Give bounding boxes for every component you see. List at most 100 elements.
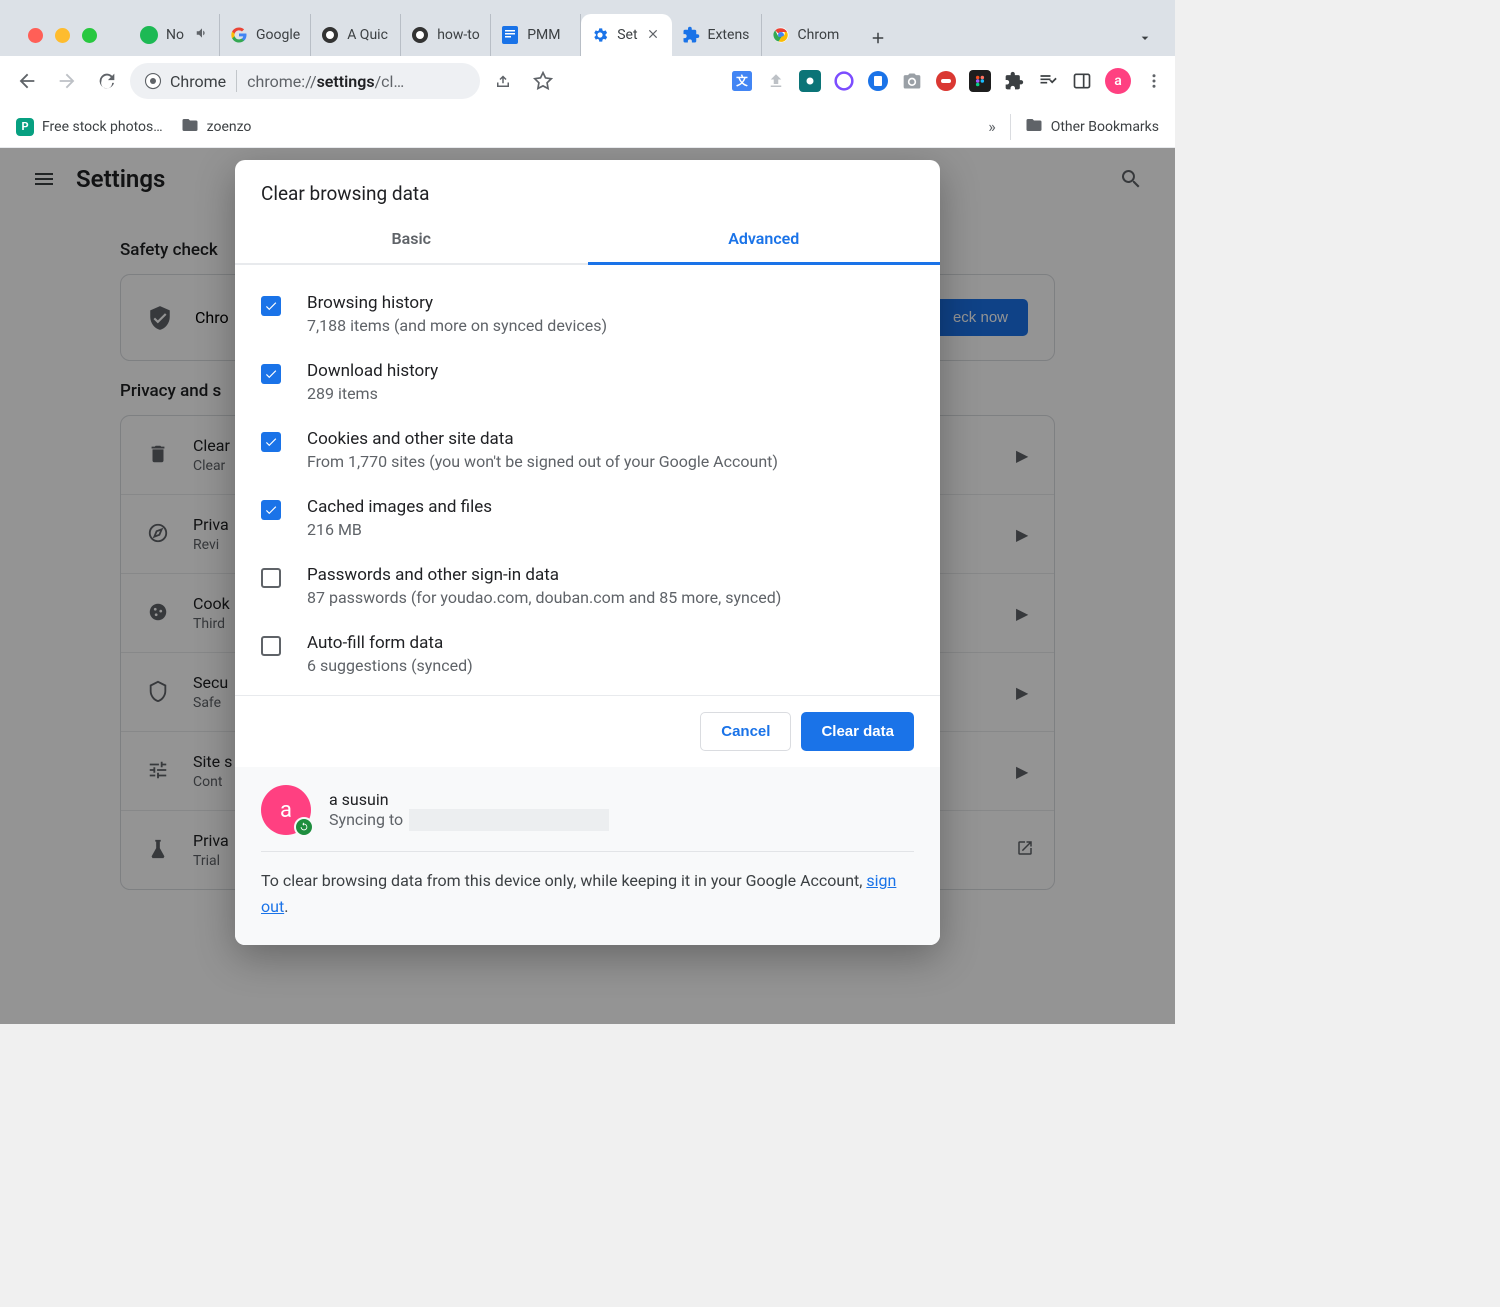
footer-note: To clear browsing data from this device … [261, 868, 914, 919]
forward-button[interactable] [50, 64, 84, 98]
dialog-footer: a a susuin Syncing to To clear browsing … [235, 767, 940, 945]
url-text: chrome://settings/cl… [247, 72, 404, 91]
bookmark-bar: P Free stock photos… zoenzo » Other Book… [0, 106, 1175, 148]
extension-icon[interactable] [935, 70, 957, 92]
checkbox-checked[interactable] [261, 432, 281, 452]
tab-title: Google [256, 27, 300, 43]
chip-label: Chrome [170, 72, 226, 91]
dialog-title: Clear browsing data [235, 160, 940, 215]
bookmark-label: zoenzo [207, 119, 252, 135]
window-maximize-dot[interactable] [82, 28, 97, 43]
bookmark-label: Free stock photos… [42, 119, 163, 135]
docs-icon [501, 26, 519, 44]
dialog-body: Browsing history7,188 items (and more on… [235, 265, 940, 695]
tab-title: PMM [527, 27, 570, 43]
tab-extensions[interactable]: Extens [672, 14, 762, 56]
other-bookmarks-button[interactable]: Other Bookmarks [1025, 116, 1159, 138]
profile-avatar[interactable]: a [1105, 68, 1131, 94]
site-identity-chip: Chrome [144, 72, 226, 91]
tab-title: A Quic [347, 27, 390, 43]
spotify-icon [140, 26, 158, 44]
dialog-actions: Cancel Clear data [235, 695, 940, 767]
tab-strip: No Google A Quic how-to PMM Set Extens C… [0, 0, 1175, 56]
google-icon [230, 26, 248, 44]
clear-data-button[interactable]: Clear data [801, 712, 914, 751]
reload-button[interactable] [90, 64, 124, 98]
tab-spotify[interactable]: No [130, 14, 220, 56]
folder-icon [181, 116, 199, 138]
mac-window-controls [28, 28, 97, 43]
close-icon[interactable] [646, 27, 662, 43]
divider [1010, 114, 1011, 140]
tab-google[interactable]: Google [220, 14, 311, 56]
window-close-dot[interactable] [28, 28, 43, 43]
tab-basic[interactable]: Basic [235, 215, 588, 265]
dialog-tabs: Basic Advanced [235, 215, 940, 265]
svg-text:文: 文 [735, 74, 748, 88]
checkbox-unchecked[interactable] [261, 568, 281, 588]
extension-icon[interactable] [833, 70, 855, 92]
side-panel-icon[interactable] [1071, 70, 1093, 92]
cancel-button[interactable]: Cancel [700, 712, 791, 751]
camera-icon[interactable] [901, 70, 923, 92]
tab-advanced[interactable]: Advanced [588, 215, 941, 265]
extension-icon[interactable] [799, 70, 821, 92]
bookmark-overflow-button[interactable]: » [988, 117, 996, 136]
translate-icon[interactable]: 文 [731, 70, 753, 92]
clear-item-browsing-history[interactable]: Browsing history7,188 items (and more on… [261, 283, 914, 351]
tab-title: Chrom [798, 27, 842, 43]
bookmark-item[interactable]: P Free stock photos… [16, 118, 163, 136]
tab-pmm[interactable]: PMM [491, 14, 581, 56]
extension-icon[interactable] [867, 70, 889, 92]
tab-quic[interactable]: A Quic [311, 14, 401, 56]
sync-account-row: a a susuin Syncing to [261, 785, 914, 852]
pexels-icon: P [16, 118, 34, 136]
upload-icon[interactable] [765, 70, 787, 92]
bookmark-star-button[interactable] [526, 64, 560, 98]
clear-item-cookies[interactable]: Cookies and other site dataFrom 1,770 si… [261, 419, 914, 487]
omnibox-divider [236, 70, 237, 92]
browser-toolbar: Chrome chrome://settings/cl… 文 a [0, 56, 1175, 106]
tab-title: No [166, 27, 187, 43]
share-button[interactable] [486, 64, 520, 98]
checkbox-checked[interactable] [261, 296, 281, 316]
clear-item-download-history[interactable]: Download history289 items [261, 351, 914, 419]
clear-data-dialog: Clear browsing data Basic Advanced Brows… [235, 160, 940, 945]
chrome-menu-button[interactable] [1143, 70, 1165, 92]
sync-status: Syncing to [329, 809, 609, 831]
clear-item-passwords[interactable]: Passwords and other sign-in data87 passw… [261, 555, 914, 623]
page-content: Settings Safety check Chro eck now Priva… [0, 148, 1175, 1024]
sync-badge-icon [294, 817, 314, 837]
puzzle-icon [682, 26, 700, 44]
tab-howto[interactable]: how-to [401, 14, 491, 56]
sync-avatar: a [261, 785, 311, 835]
site-icon [411, 26, 429, 44]
gear-icon [591, 26, 609, 44]
back-button[interactable] [10, 64, 44, 98]
site-icon [321, 26, 339, 44]
checkbox-unchecked[interactable] [261, 636, 281, 656]
checkbox-checked[interactable] [261, 364, 281, 384]
tab-title: how-to [437, 27, 480, 43]
extension-icons: 文 a [731, 68, 1165, 94]
bookmark-label: Other Bookmarks [1051, 119, 1159, 135]
clear-item-cache[interactable]: Cached images and files216 MB [261, 487, 914, 555]
new-tab-button[interactable] [860, 20, 896, 56]
sync-name: a susuin [329, 790, 609, 809]
reading-list-icon[interactable] [1037, 70, 1059, 92]
tabs-dropdown-button[interactable] [1127, 20, 1163, 56]
tab-settings[interactable]: Set [581, 14, 671, 56]
checkbox-checked[interactable] [261, 500, 281, 520]
tab-chrome[interactable]: Chrom [762, 14, 852, 56]
extensions-button[interactable] [1003, 70, 1025, 92]
chrome-icon [772, 26, 790, 44]
bookmark-folder[interactable]: zoenzo [181, 116, 252, 138]
tab-sound-icon [195, 26, 209, 44]
sync-email-redacted [409, 809, 609, 831]
figma-icon[interactable] [969, 70, 991, 92]
clear-item-autofill[interactable]: Auto-fill form data6 suggestions (synced… [261, 623, 914, 691]
folder-icon [1025, 116, 1043, 138]
window-minimize-dot[interactable] [55, 28, 70, 43]
address-bar[interactable]: Chrome chrome://settings/cl… [130, 63, 480, 99]
tab-title: Extens [708, 27, 751, 43]
